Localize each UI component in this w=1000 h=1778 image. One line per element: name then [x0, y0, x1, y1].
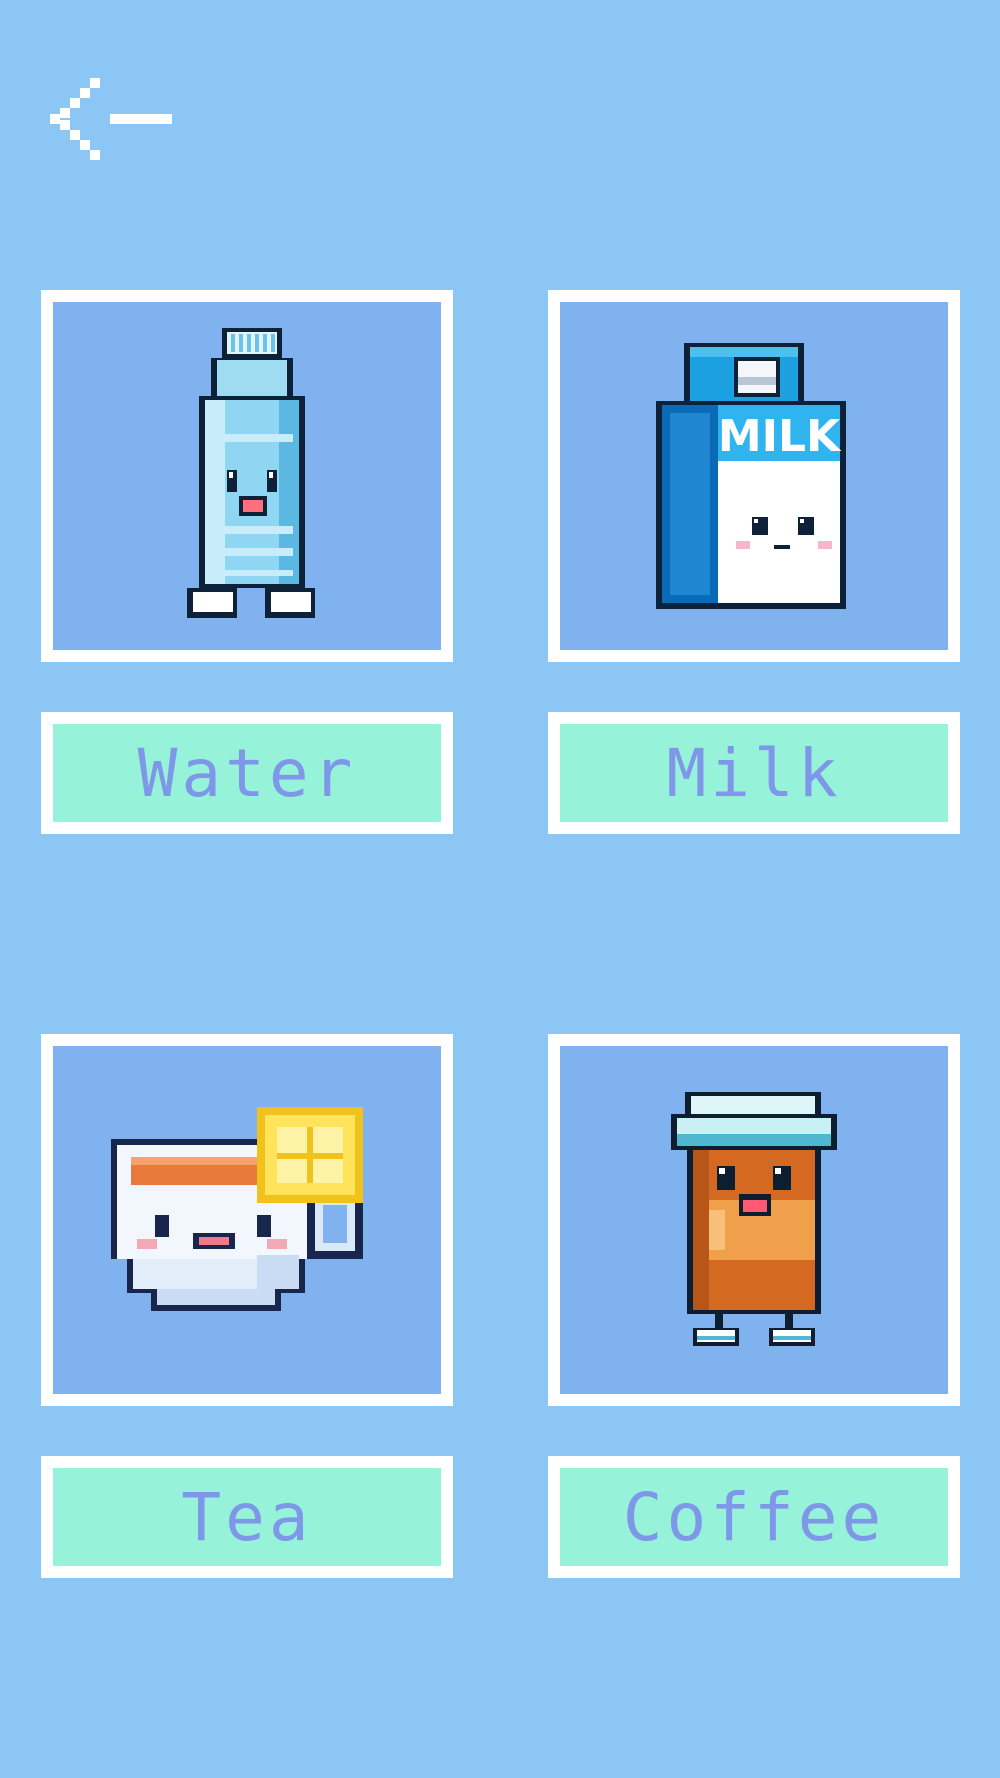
water-bottle-icon: [187, 328, 315, 618]
coffee-cup-icon: [671, 1092, 837, 1346]
drink-label-milk[interactable]: Milk: [548, 712, 960, 834]
drink-label-text: Tea: [181, 1478, 313, 1556]
milk-carton-text: MILK: [718, 411, 842, 462]
drink-card-milk[interactable]: MILK: [548, 290, 960, 662]
drink-label-text: Water: [137, 734, 357, 812]
drink-label-water[interactable]: Water: [41, 712, 453, 834]
drink-label-tea[interactable]: Tea: [41, 1456, 453, 1578]
drink-card-water[interactable]: [41, 290, 453, 662]
drink-card-tea[interactable]: [41, 1034, 453, 1406]
milk-carton-icon: MILK: [656, 343, 846, 609]
drink-card-coffee[interactable]: [548, 1034, 960, 1406]
drink-label-coffee[interactable]: Coffee: [548, 1456, 960, 1578]
pixel-arrow-left-icon: [50, 78, 172, 160]
drink-label-text: Milk: [666, 734, 842, 812]
drink-label-text: Coffee: [622, 1478, 886, 1556]
back-button[interactable]: [48, 74, 178, 164]
tea-cup-icon: [111, 1107, 363, 1311]
